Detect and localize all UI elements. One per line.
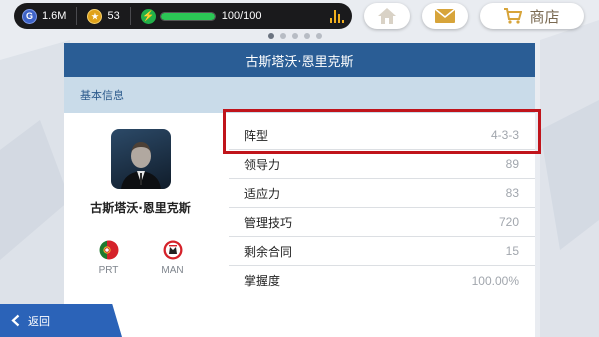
star-coin-icon: ★ (87, 8, 103, 24)
energy-resource: ⚡ 100/100 (140, 8, 262, 24)
info-row-label: 领导力 (244, 157, 281, 172)
player-name: 古斯塔沃·恩里克斯 (90, 201, 191, 215)
section-title: 基本信息 (80, 89, 124, 102)
info-row-label: 剩余合同 (244, 244, 293, 259)
pagination-dot[interactable] (316, 33, 322, 39)
coin-value: 53 (107, 10, 120, 22)
info-row-contract: 剩余合同 15 (229, 237, 535, 266)
divider (76, 7, 78, 25)
energy-value: 100/100 (221, 10, 262, 22)
info-row-adaptability: 适应力 83 (229, 179, 535, 208)
info-row-value: 15 (505, 244, 519, 258)
info-row-value: 4-3-3 (490, 128, 519, 142)
info-row-formation: 阵型 4-3-3 (229, 121, 535, 150)
shop-label: 商店 (529, 7, 560, 26)
panel-title: 古斯塔沃·恩里克斯 (64, 43, 535, 77)
bar-chart-icon[interactable] (330, 9, 344, 23)
info-row-label: 适应力 (244, 186, 281, 201)
info-row-mastery: 掌握度 100.00% (229, 266, 535, 295)
gold-value: 1.6M (42, 10, 67, 22)
home-button[interactable] (364, 3, 410, 29)
avatar[interactable] (110, 129, 171, 189)
club-crest-icon (163, 240, 182, 260)
nationality-badge[interactable]: PRT (89, 240, 129, 276)
info-row-value: 83 (505, 186, 519, 200)
info-row-label: 管理技巧 (244, 215, 293, 230)
energy-bar-fill (160, 12, 215, 20)
energy-bar (159, 11, 216, 21)
mail-button[interactable] (422, 3, 468, 29)
pagination-dots (268, 33, 322, 39)
badge-row: PRT MAN (89, 240, 193, 276)
pagination-dot[interactable] (280, 33, 286, 39)
info-row-value: 89 (505, 157, 519, 171)
info-row-leadership: 领导力 89 (229, 150, 535, 179)
home-icon (378, 8, 396, 24)
gold-g-icon: G (22, 8, 37, 24)
cart-icon (504, 8, 523, 24)
pagination-dot[interactable] (268, 33, 274, 39)
info-row-label: 阵型 (244, 128, 269, 143)
info-row-label: 掌握度 (244, 274, 281, 288)
lightning-icon: ⚡ (140, 8, 156, 24)
divider (129, 7, 131, 25)
section-header: 基本信息 (64, 77, 535, 113)
manager-avatar-icon (120, 142, 161, 189)
nationality-code: PRT (98, 265, 119, 276)
info-row-management-skill: 管理技巧 720 (229, 208, 535, 237)
shop-button[interactable]: 商店 (480, 3, 584, 29)
envelope-icon (435, 9, 455, 23)
info-table: 阵型 4-3-3 领导力 89 适应力 83 管理技巧 720 剩余合同 15 … (229, 121, 535, 295)
pagination-dot[interactable] (304, 33, 310, 39)
gold-resource: G 1.6M (22, 8, 67, 24)
chevron-left-icon (11, 314, 20, 327)
pagination-dot[interactable] (292, 33, 298, 39)
portugal-flag-icon (99, 240, 118, 260)
club-badge[interactable]: MAN (153, 240, 193, 276)
back-label: 返回 (28, 314, 50, 328)
info-row-value: 720 (498, 215, 519, 229)
info-row-value: 100.00% (471, 273, 519, 288)
player-card: 古斯塔沃·恩里克斯 PRT MAN (64, 113, 217, 337)
resource-bar: G 1.6M ★ 53 ⚡ 100/100 (14, 3, 352, 29)
back-button[interactable]: 返回 (0, 304, 122, 337)
coin-resource: ★ 53 (87, 8, 120, 24)
club-code: MAN (161, 265, 184, 276)
